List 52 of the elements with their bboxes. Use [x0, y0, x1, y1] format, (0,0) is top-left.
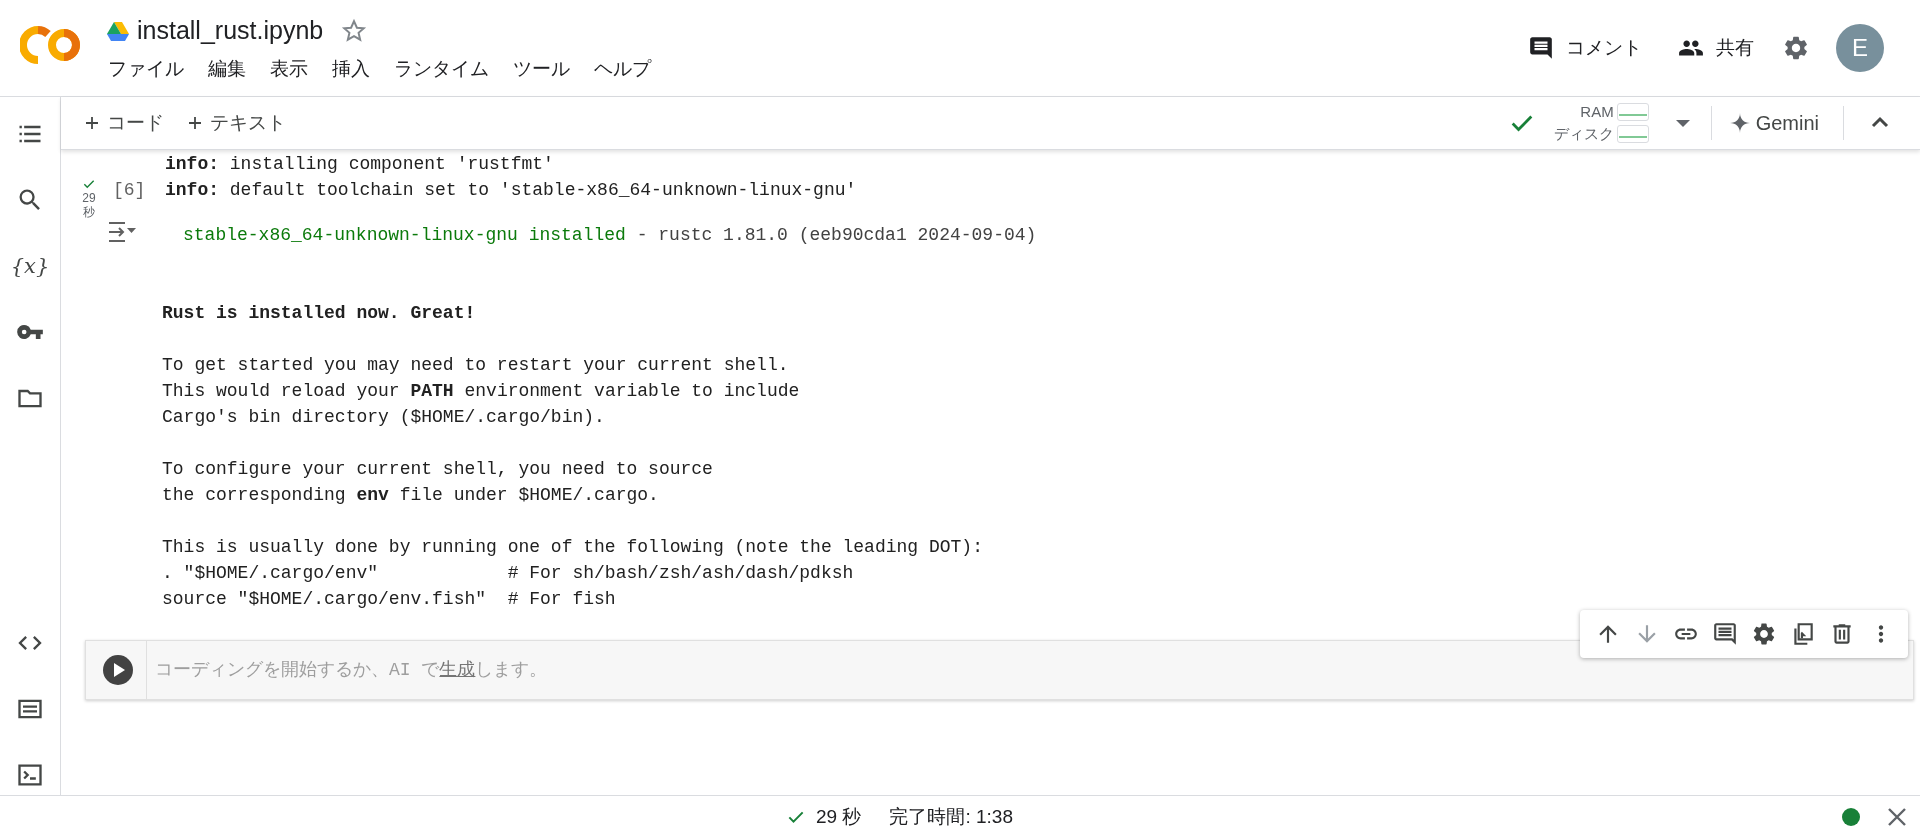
execution-duration: 29 秒: [816, 804, 862, 829]
output-line: Rust is installed now. Great!: [162, 302, 477, 325]
output-line: Cargo's bin directory ($HOME/.cargo/bin).: [162, 406, 606, 429]
comment-icon[interactable]: [1711, 621, 1738, 647]
completion-time: 完了時間: 1:38: [889, 804, 1013, 829]
gemini-button[interactable]: Gemini: [1729, 108, 1819, 138]
comment-button[interactable]: コメント: [1520, 24, 1650, 72]
output-line-highlight: stable-x86_64-unknown-linux-gnu installed: [183, 225, 626, 245]
star-icon[interactable]: [341, 18, 368, 44]
usage-meter: [1616, 103, 1649, 121]
output-line: To configure your current shell, you need to source: [162, 458, 714, 481]
menu-item[interactable]: 編集: [207, 55, 247, 84]
output-line: source "$HOME/.cargo/env.fish" # For fish: [162, 588, 617, 611]
duration-value: 29: [82, 191, 96, 205]
play-icon: [113, 663, 125, 677]
duration-unit: 秒: [83, 205, 95, 219]
resources-button[interactable]: RAM ディスク: [1553, 101, 1649, 145]
output-line: info: installing component 'rustfmt': [165, 153, 554, 176]
menu-item[interactable]: 表示: [269, 55, 309, 84]
output-line: info: default toolchain set to 'stable-x86_64-unknown-linux-gnu': [165, 179, 857, 202]
plus-icon: [188, 116, 202, 130]
output-line: the corresponding env file under $HOME/.cargo.: [162, 484, 660, 507]
resource-label: RAM: [1580, 101, 1614, 122]
output-toggle-icon[interactable]: [107, 219, 137, 245]
comment-icon: [1528, 35, 1554, 61]
resource-label: ディスク: [1553, 123, 1614, 144]
output-line: - rustc 1.81.0 (eeb90cda1 2024-09-04): [635, 225, 1037, 245]
execution-count: [6]: [113, 179, 147, 202]
run-button[interactable]: [103, 655, 133, 685]
drive-icon: [107, 21, 129, 41]
menu-item[interactable]: ヘルプ: [593, 55, 652, 84]
add-text-button[interactable]: テキスト: [184, 103, 290, 143]
code-cell[interactable]: コーディングを開始するか、AI で生成 します。: [85, 640, 1914, 700]
output-line: This would reload your PATH environment variable to include: [162, 380, 801, 403]
variables-button[interactable]: {x}: [10, 252, 50, 280]
menu-item[interactable]: ツール: [512, 55, 571, 84]
plus-icon: [85, 116, 99, 130]
menu-item[interactable]: ランタイム: [393, 55, 490, 84]
share-button[interactable]: 共有: [1670, 24, 1762, 72]
notebook-title[interactable]: install_rust.ipynb: [137, 12, 324, 50]
close-icon[interactable]: [1886, 806, 1908, 828]
usage-meter: [1616, 125, 1649, 143]
menu-item[interactable]: ファイル: [107, 55, 185, 84]
output-line: To get started you may need to restart your current shell.: [162, 354, 790, 377]
menu-item[interactable]: 挿入: [331, 55, 371, 84]
generate-link[interactable]: 生成: [439, 659, 476, 680]
add-code-button[interactable]: コード: [81, 103, 168, 143]
placeholder-text: コーディングを開始するか、AI で生成 します。: [155, 658, 548, 682]
settings-icon[interactable]: [1782, 34, 1810, 62]
colab-logo: [20, 26, 82, 64]
output-line: . "$HOME/.cargo/env" # For sh/bash/zsh/ash/dash/pdksh: [162, 562, 855, 585]
output-line: This is usually done by running one of the following (note the leading DOT):: [162, 536, 984, 559]
